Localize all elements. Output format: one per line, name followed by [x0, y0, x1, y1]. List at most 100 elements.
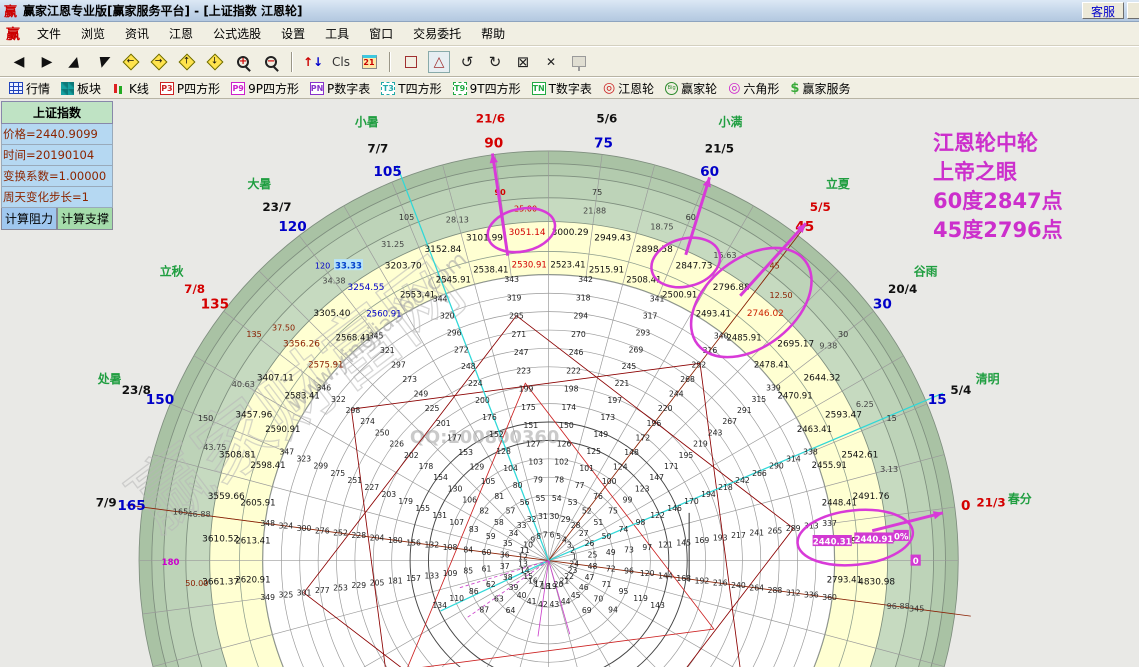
- svg-text:192: 192: [695, 576, 710, 585]
- svg-text:349: 349: [260, 593, 275, 602]
- svg-text:26: 26: [585, 539, 595, 548]
- diamond-left-icon[interactable]: ←: [120, 51, 142, 73]
- svg-text:126: 126: [557, 439, 572, 448]
- svg-text:267: 267: [722, 417, 737, 426]
- rect-tool-icon[interactable]: [400, 51, 422, 73]
- menu-file[interactable]: 文件: [28, 23, 70, 44]
- svg-text:150: 150: [198, 413, 213, 423]
- svg-text:246: 246: [569, 348, 584, 357]
- svg-text:55: 55: [536, 494, 546, 503]
- svg-text:222: 222: [566, 366, 581, 375]
- diamond-right-icon[interactable]: →: [148, 51, 170, 73]
- svg-text:150: 150: [559, 421, 574, 430]
- svg-text:106: 106: [462, 496, 477, 505]
- menu-formula-stock[interactable]: 公式选股: [204, 23, 270, 44]
- svg-text:2485.91: 2485.91: [726, 333, 761, 343]
- price-row: 价格=2440.9099: [1, 124, 113, 145]
- svg-text:172: 172: [635, 433, 650, 442]
- updown-marker-icon[interactable]: ↑ ↓: [302, 51, 324, 73]
- svg-text:74: 74: [619, 525, 629, 534]
- diamond-down-icon[interactable]: ↓: [204, 51, 226, 73]
- menu-news[interactable]: 资讯: [116, 23, 158, 44]
- feature-hexagon[interactable]: ◎ 六角形: [725, 79, 782, 98]
- peak-up-icon[interactable]: ▲: [64, 51, 86, 73]
- svg-text:288: 288: [768, 586, 783, 595]
- feature-winner-wheel[interactable]: Big 赢家轮: [662, 79, 720, 98]
- svg-text:2746.02: 2746.02: [747, 309, 784, 319]
- svg-text:271: 271: [512, 330, 527, 339]
- svg-text:75: 75: [594, 136, 613, 152]
- peak-down-icon[interactable]: ▼: [92, 51, 114, 73]
- menu-help[interactable]: 帮助: [472, 23, 514, 44]
- svg-text:87: 87: [479, 605, 489, 614]
- svg-text:78: 78: [554, 476, 564, 485]
- feature-t-table[interactable]: TN T数字表: [529, 79, 595, 98]
- svg-text:104: 104: [503, 464, 518, 473]
- calc-resistance-button[interactable]: 计算阻力: [1, 208, 57, 230]
- feature-p-square[interactable]: P3 P四方形: [157, 79, 223, 98]
- feature-9p-square[interactable]: P9 9P四方形: [228, 79, 302, 98]
- svg-text:46: 46: [579, 583, 589, 592]
- menu-tools[interactable]: 工具: [316, 23, 358, 44]
- svg-text:193: 193: [713, 534, 728, 543]
- tn-icon: TN: [531, 81, 546, 95]
- rotate-ccw-icon[interactable]: ↺: [456, 51, 478, 73]
- calc-support-button[interactable]: 计算支撑: [57, 208, 113, 230]
- xbox-icon[interactable]: ⊠: [512, 51, 534, 73]
- svg-text:2593.47: 2593.47: [825, 411, 862, 421]
- triangle-tool-icon[interactable]: △: [428, 50, 450, 73]
- app-logo-icon: 赢: [4, 5, 18, 20]
- svg-text:5/4: 5/4: [950, 383, 971, 397]
- svg-text:3559.66: 3559.66: [208, 492, 245, 502]
- svg-text:2560.91: 2560.91: [366, 310, 401, 320]
- svg-text:20/4: 20/4: [888, 282, 917, 296]
- feature-kline[interactable]: K线: [109, 79, 152, 98]
- menu-gann[interactable]: 江恩: [160, 23, 202, 44]
- feature-p-table[interactable]: PN P数字表: [307, 79, 373, 98]
- svg-text:15: 15: [928, 392, 947, 408]
- zoom-out-icon[interactable]: −: [260, 51, 282, 73]
- svg-text:275: 275: [330, 469, 345, 478]
- collapse-icon[interactable]: ✕: [540, 51, 562, 73]
- partial-button[interactable]: [1127, 2, 1139, 19]
- svg-text:9.38: 9.38: [819, 340, 837, 350]
- svg-text:2542.61: 2542.61: [841, 450, 878, 460]
- feature-gann-wheel[interactable]: ◎ 江恩轮: [600, 79, 657, 98]
- main-toolbar: ◀ ▶ ▲ ▼ ← → ↑ ↓ + − ↑ ↓ Cls 21 △ ↺ ↻ ⊠ ✕: [0, 46, 1139, 77]
- menu-browse[interactable]: 浏览: [72, 23, 114, 44]
- svg-text:165: 165: [173, 507, 188, 517]
- board-icon[interactable]: [568, 51, 590, 73]
- svg-text:296: 296: [447, 328, 462, 337]
- svg-text:2455.91: 2455.91: [812, 461, 847, 471]
- kline-icon: [112, 82, 126, 95]
- feature-quotes[interactable]: 行情: [6, 79, 53, 98]
- feature-t-square[interactable]: T3 T四方形: [378, 79, 444, 98]
- cls-button[interactable]: Cls: [330, 51, 352, 73]
- svg-text:63: 63: [494, 594, 504, 603]
- service-button[interactable]: 客服: [1081, 2, 1124, 19]
- svg-text:348: 348: [260, 519, 275, 528]
- toolbar-separator: [291, 51, 293, 72]
- feature-service[interactable]: $ 赢家服务: [787, 79, 853, 98]
- svg-text:69: 69: [582, 606, 592, 615]
- menu-window[interactable]: 窗口: [360, 23, 402, 44]
- svg-text:149: 149: [593, 430, 608, 439]
- zoom-in-icon[interactable]: +: [232, 51, 254, 73]
- rotate-cw-icon[interactable]: ↻: [484, 51, 506, 73]
- svg-text:216: 216: [713, 579, 728, 588]
- calendar-icon[interactable]: 21: [358, 51, 380, 73]
- svg-text:148: 148: [624, 448, 639, 457]
- svg-text:61: 61: [482, 564, 492, 573]
- feature-9t-square[interactable]: T9 9T四方形: [450, 79, 524, 98]
- svg-text:120: 120: [640, 569, 655, 578]
- info-panel: 上证指数 价格=2440.9099 时间=20190104 变换系数=1.000…: [1, 101, 113, 230]
- diamond-up-icon[interactable]: ↑: [176, 51, 198, 73]
- menu-trade[interactable]: 交易委托: [404, 23, 470, 44]
- svg-text:181: 181: [388, 576, 403, 585]
- svg-text:31.25: 31.25: [381, 239, 404, 249]
- nav-forward-icon[interactable]: ▶: [36, 51, 58, 73]
- nav-back-icon[interactable]: ◀: [8, 51, 30, 73]
- svg-text:248: 248: [461, 362, 476, 371]
- menu-settings[interactable]: 设置: [272, 23, 314, 44]
- feature-blocks[interactable]: 板块: [58, 79, 104, 98]
